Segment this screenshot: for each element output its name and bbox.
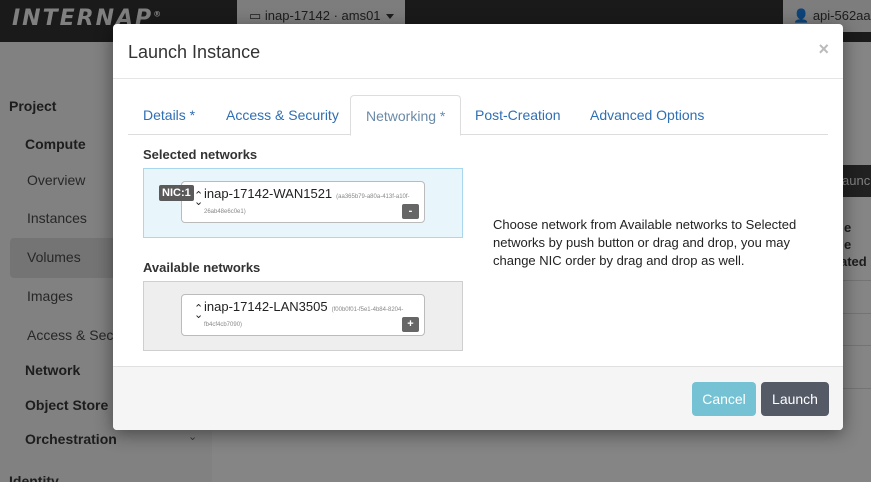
remove-network-button[interactable]: - (402, 204, 419, 219)
network-item[interactable]: NIC:1 ⌃ ⌄ inap-17142-WAN1521 (aa365b79-a80… (159, 181, 425, 223)
selected-networks-label: Selected networks (143, 147, 258, 162)
network-item[interactable]: ⌃ ⌄ inap-17142-LAN3505 (f00b0f01-f5e1-4b84… (181, 294, 425, 336)
sort-handle-icon[interactable]: ⌃ ⌄ (194, 191, 203, 208)
cancel-button[interactable]: Cancel (692, 382, 756, 416)
modal-header: Launch Instance × (113, 24, 843, 79)
network-id-continued: 26ab48e6c0e1) (204, 209, 246, 215)
networking-help-text: Choose network from Available networks t… (493, 217, 797, 268)
nic-badge: NIC:1 (159, 185, 194, 201)
network-id: (aa365b79-a80a-413f-a10f- (336, 194, 410, 200)
network-id-continued: fb4cf4cb7090) (204, 322, 243, 328)
tab-access-security[interactable]: Access & Security (211, 95, 354, 135)
network-name: inap-17142-LAN3505 (204, 299, 328, 314)
selected-networks-list[interactable]: NIC:1 ⌃ ⌄ inap-17142-WAN1521 (aa365b79-a80… (143, 168, 463, 238)
add-network-button[interactable]: + (402, 317, 419, 332)
launch-button[interactable]: Launch (761, 382, 829, 416)
tab-networking[interactable]: Networking * (350, 95, 462, 136)
modal-title: Launch Instance (128, 42, 261, 62)
modal-footer: Cancel Launch (113, 366, 843, 430)
network-id: (f00b0f01-f5e1-4b84-8204- (331, 307, 404, 313)
launch-instance-modal: Launch Instance × Details * Access & Sec… (113, 24, 843, 430)
tab-details[interactable]: Details * (128, 95, 210, 135)
close-icon[interactable]: × (818, 39, 829, 60)
tab-advanced-options[interactable]: Advanced Options (575, 95, 719, 135)
network-name: inap-17142-WAN1521 (204, 186, 333, 201)
sort-handle-icon[interactable]: ⌃ ⌄ (194, 304, 203, 321)
modal-tabs: Details * Access & Security Networking *… (128, 95, 828, 136)
available-networks-label: Available networks (143, 260, 261, 275)
available-networks-list[interactable]: ⌃ ⌄ inap-17142-LAN3505 (f00b0f01-f5e1-4b84… (143, 281, 463, 351)
tab-post-creation[interactable]: Post-Creation (460, 95, 576, 135)
